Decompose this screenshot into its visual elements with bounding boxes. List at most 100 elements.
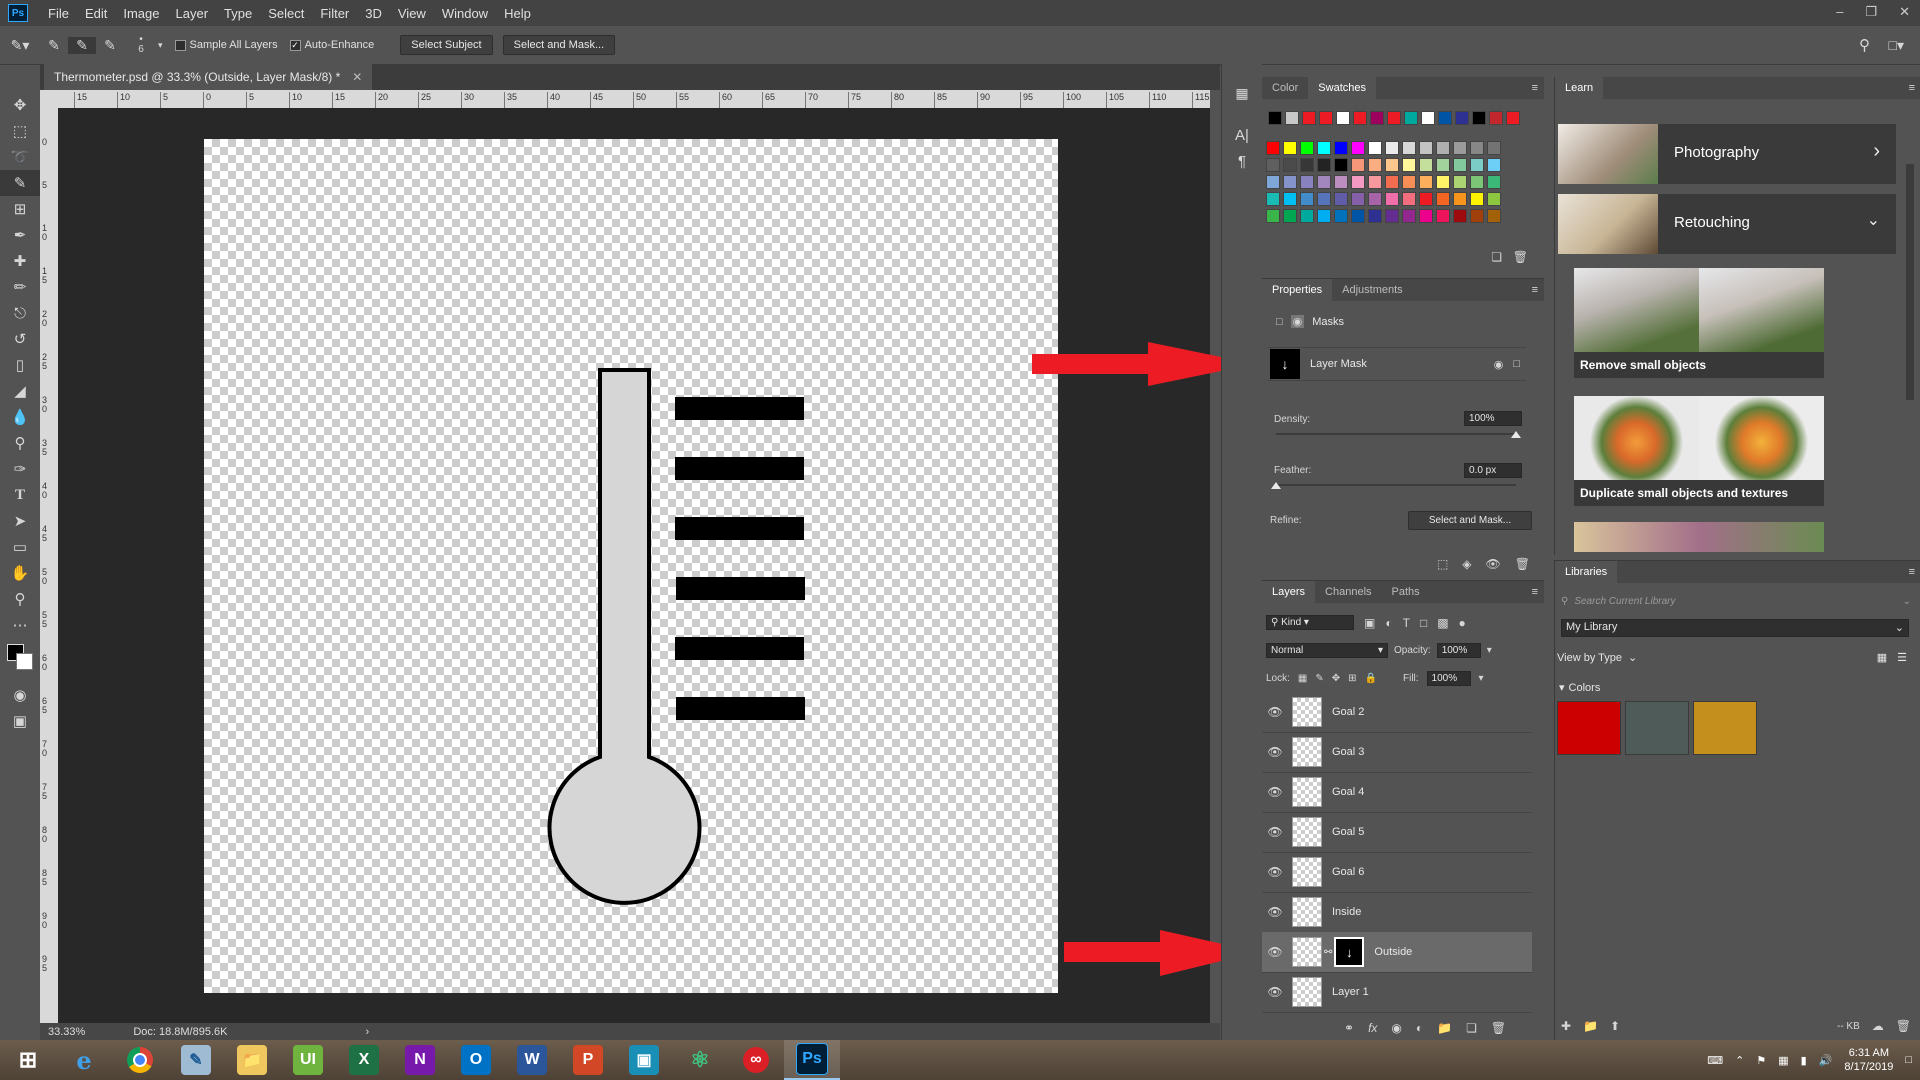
menu-layer[interactable]: Layer — [168, 6, 217, 21]
tab-swatches[interactable]: Swatches — [1308, 77, 1376, 99]
filter-type-icon[interactable]: T — [1403, 616, 1410, 630]
layer-row[interactable]: 👁 Goal 2 — [1262, 692, 1532, 733]
recent-swatch[interactable] — [1506, 111, 1520, 125]
blend-mode-select[interactable]: Normal ▾ — [1266, 643, 1388, 658]
swatch[interactable] — [1402, 175, 1416, 189]
lock-position-icon[interactable]: ✥ — [1332, 673, 1340, 684]
layer-row[interactable]: 👁 ⚯ ↓ Outside — [1262, 932, 1532, 973]
swatch[interactable] — [1487, 175, 1501, 189]
adjustment-layer-icon[interactable]: ◐ — [1416, 1021, 1423, 1035]
swatch[interactable] — [1300, 192, 1314, 206]
clone-stamp-tool-icon[interactable]: ⎋ — [0, 300, 40, 326]
kind-filter-select[interactable]: ⚲ Kind ▾ — [1266, 615, 1354, 630]
paint-icon[interactable]: ✎ — [168, 1040, 224, 1080]
volume-icon[interactable]: 🔊 — [1819, 1054, 1833, 1067]
menu-3d[interactable]: 3D — [357, 6, 390, 21]
learn-card-duplicate-small-objects[interactable]: Duplicate small objects and textures — [1574, 396, 1824, 506]
learn-card-remove-small-objects[interactable]: Remove small objects — [1574, 268, 1824, 378]
menu-image[interactable]: Image — [115, 6, 167, 21]
swatch[interactable] — [1470, 158, 1484, 172]
chevron-right-icon[interactable]: › — [365, 1026, 369, 1038]
new-layer-icon[interactable]: ❏ — [1466, 1021, 1477, 1035]
panel-menu-icon[interactable]: ≡ — [1909, 82, 1920, 94]
delete-layer-icon[interactable]: 🗑 — [1491, 1021, 1506, 1035]
outlook-icon[interactable]: O — [448, 1040, 504, 1080]
lock-transparent-icon[interactable]: ▦ — [1298, 673, 1307, 684]
quick-selection-tool-icon[interactable]: ✎ — [0, 170, 40, 196]
swatch[interactable] — [1470, 209, 1484, 223]
learn-card-partial[interactable] — [1574, 522, 1824, 552]
library-select[interactable]: My Library ⌄ — [1561, 619, 1909, 637]
swatch[interactable] — [1266, 192, 1280, 206]
swatch[interactable] — [1453, 209, 1467, 223]
atom-icon[interactable]: ⚛ — [672, 1040, 728, 1080]
brush-size-picker[interactable]: • 6 — [124, 35, 158, 55]
swatch[interactable] — [1436, 209, 1450, 223]
rectangle-tool-icon[interactable]: ▭ — [0, 534, 40, 560]
list-view-icon[interactable]: ☰ — [1897, 651, 1907, 664]
document-canvas[interactable] — [204, 139, 1058, 993]
recent-swatch[interactable] — [1438, 111, 1452, 125]
type-tool-icon[interactable]: T — [0, 482, 40, 508]
paragraph-panel-icon[interactable]: ¶ — [1222, 148, 1262, 174]
chevron-down-icon[interactable]: ⌄ — [1628, 651, 1637, 664]
layer-row[interactable]: 👁 Goal 3 — [1262, 732, 1532, 773]
swatch[interactable] — [1453, 141, 1467, 155]
document-tab[interactable]: Thermometer.psd @ 33.3% (Outside, Layer … — [44, 64, 373, 90]
menu-file[interactable]: File — [40, 6, 77, 21]
recent-swatch[interactable] — [1285, 111, 1299, 125]
swatch[interactable] — [1453, 192, 1467, 206]
tab-learn[interactable]: Learn — [1555, 77, 1604, 99]
swatch[interactable] — [1283, 175, 1297, 189]
notifications-icon[interactable]: □ — [1905, 1054, 1912, 1066]
swatch[interactable] — [1419, 158, 1433, 172]
windows-start-icon[interactable]: ⊞ — [0, 1040, 56, 1080]
swatch[interactable] — [1436, 141, 1450, 155]
filter-smart-object-icon[interactable]: ▩ — [1437, 616, 1448, 630]
lock-artboard-icon[interactable]: ⊞ — [1348, 673, 1356, 684]
recent-swatch[interactable] — [1455, 111, 1469, 125]
sample-all-layers-checkbox[interactable]: Sample All Layers — [174, 39, 278, 51]
chevron-down-icon[interactable]: ▾ — [158, 40, 163, 51]
recent-swatch[interactable] — [1370, 111, 1384, 125]
add-content-icon[interactable]: ✚ — [1561, 1019, 1571, 1033]
delete-mask-icon[interactable]: 🗑 — [1515, 557, 1530, 571]
layer-thumbnail[interactable] — [1292, 697, 1322, 727]
swatch[interactable] — [1351, 192, 1365, 206]
select-and-mask-button[interactable]: Select and Mask... — [502, 35, 616, 55]
colors-section-header[interactable]: ▾ Colors — [1559, 681, 1600, 695]
swatch[interactable] — [1283, 158, 1297, 172]
layer-thumbnail[interactable] — [1292, 857, 1322, 887]
battery-icon[interactable]: ▮ — [1801, 1054, 1807, 1067]
swatch[interactable] — [1334, 209, 1348, 223]
layer-thumbnail[interactable] — [1292, 977, 1322, 1007]
swatch[interactable] — [1334, 175, 1348, 189]
swatch[interactable] — [1334, 158, 1348, 172]
recent-swatch[interactable] — [1319, 111, 1333, 125]
swatch[interactable] — [1283, 141, 1297, 155]
menu-type[interactable]: Type — [216, 6, 260, 21]
layer-visibility-eye-icon[interactable]: 👁 — [1262, 945, 1288, 959]
eyedropper-tool-icon[interactable]: ✒ — [0, 222, 40, 248]
swatch[interactable] — [1334, 141, 1348, 155]
layer-visibility-eye-icon[interactable]: 👁 — [1262, 785, 1288, 799]
ui-app-icon[interactable]: UI — [280, 1040, 336, 1080]
swatch[interactable] — [1283, 209, 1297, 223]
swatch[interactable] — [1317, 209, 1331, 223]
swatch[interactable] — [1351, 175, 1365, 189]
select-layer-mask-icon[interactable]: ◉ — [1494, 358, 1504, 371]
swatch[interactable] — [1266, 175, 1280, 189]
swatch[interactable] — [1334, 192, 1348, 206]
edit-toolbar-icon[interactable]: ⋯ — [0, 612, 40, 638]
layer-thumbnail[interactable] — [1292, 777, 1322, 807]
density-input[interactable]: 100% — [1464, 411, 1522, 426]
filter-toggle-icon[interactable]: ● — [1459, 616, 1466, 630]
recent-swatch[interactable] — [1472, 111, 1486, 125]
link-layers-icon[interactable]: ⚭ — [1344, 1021, 1354, 1035]
menu-help[interactable]: Help — [496, 6, 539, 21]
learn-scrollbar[interactable] — [1906, 164, 1914, 400]
search-icon[interactable]: ⚲ — [1859, 36, 1870, 54]
swatch[interactable] — [1487, 192, 1501, 206]
panel-menu-icon[interactable]: ≡ — [1532, 586, 1544, 598]
layer-row[interactable]: 👁 Goal 5 — [1262, 812, 1532, 853]
